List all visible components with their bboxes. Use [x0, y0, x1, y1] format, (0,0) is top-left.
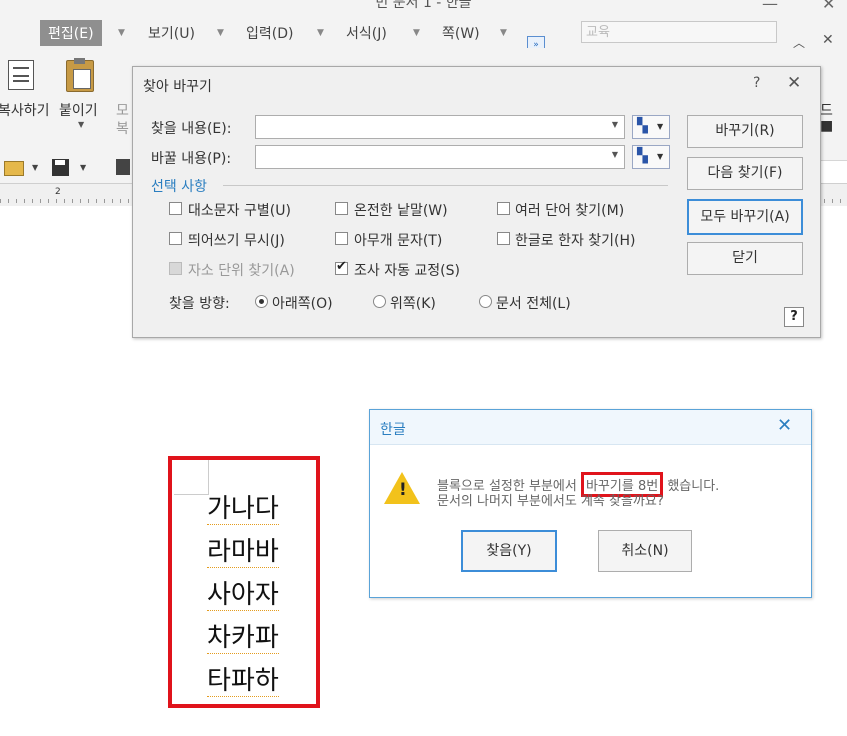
- replace-label: 바꿀 내용(P):: [151, 151, 232, 167]
- dialog-title: 찾아 바꾸기: [143, 79, 212, 95]
- direction-label: 찾을 방향:: [169, 296, 230, 312]
- whole-word-label[interactable]: 온전한 낱말(W): [354, 200, 448, 220]
- quick-toolbar: ▼ ▼: [0, 155, 132, 183]
- copy-label[interactable]: 복사하기: [0, 100, 50, 120]
- find-replace-dialog: 찾아 바꾸기 ? ✕ 찾을 내용(E): ▼ ▚ ▼ 바꿀 내용(P): ▼ ▚…: [132, 66, 821, 338]
- match-case-checkbox[interactable]: [169, 202, 182, 215]
- direction-up-radio[interactable]: [373, 295, 386, 308]
- whole-word-checkbox[interactable]: [335, 202, 348, 215]
- close-window-icon[interactable]: ✕: [822, 0, 835, 13]
- replace-button[interactable]: 바꾸기(R): [687, 115, 803, 148]
- direction-down-label[interactable]: 아래쪽(O): [272, 293, 333, 313]
- direction-down-radio[interactable]: [255, 295, 268, 308]
- close-icon[interactable]: ✕: [777, 415, 792, 436]
- binoculars-icon: ▚: [637, 148, 648, 164]
- chevron-down-icon[interactable]: ▼: [612, 150, 618, 159]
- find-input[interactable]: ▼: [255, 115, 625, 139]
- any-char-label[interactable]: 아무개 문자(T): [354, 230, 442, 250]
- find-label: 찾을 내용(E):: [151, 121, 232, 137]
- ignore-space-label[interactable]: 띄어쓰기 무시(J): [188, 230, 285, 250]
- ignore-space-checkbox[interactable]: [169, 232, 182, 245]
- chevron-down-icon: ▼: [657, 122, 664, 131]
- paste-label[interactable]: 붙이기: [59, 100, 98, 120]
- direction-all-label[interactable]: 문서 전체(L): [496, 293, 571, 313]
- any-char-checkbox[interactable]: [335, 232, 348, 245]
- menu-view[interactable]: 보기(U): [148, 23, 195, 43]
- font-select[interactable]: 교육: [581, 21, 777, 43]
- multi-word-checkbox[interactable]: [497, 202, 510, 215]
- menu-format[interactable]: 서식(J): [346, 23, 387, 43]
- help-icon[interactable]: ?: [753, 75, 760, 91]
- window-title: 빈 문서 1 - 한글: [375, 0, 472, 11]
- jaso-label: 자소 단위 찾기(A): [188, 263, 295, 279]
- hangul-hanja-checkbox[interactable]: [497, 232, 510, 245]
- warning-icon: !: [384, 472, 420, 504]
- find-options-button[interactable]: ▚ ▼: [632, 115, 670, 139]
- chevron-down-icon[interactable]: ▼: [80, 163, 86, 172]
- copy-icon[interactable]: [8, 60, 34, 90]
- replace-all-button[interactable]: 모두 바꾸기(A): [687, 199, 803, 235]
- direction-all-radio[interactable]: [479, 295, 492, 308]
- yes-button[interactable]: 찾음(Y): [461, 530, 557, 572]
- save-icon[interactable]: [52, 159, 69, 176]
- chevron-down-icon[interactable]: ▼: [118, 28, 125, 38]
- replace-input[interactable]: ▼: [255, 145, 625, 169]
- hangul-hanja-label[interactable]: 한글로 한자 찾기(H): [515, 230, 636, 250]
- close-icon[interactable]: ✕: [787, 73, 801, 93]
- highlight-box: [168, 456, 320, 708]
- jaso-checkbox: [169, 262, 182, 275]
- chevron-down-icon[interactable]: ▼: [413, 28, 420, 38]
- chevron-down-icon: ▼: [657, 152, 664, 161]
- alert-msg-post: 했습니다.: [667, 479, 720, 494]
- shape-copy-label-2: 복: [116, 121, 129, 137]
- multi-word-label[interactable]: 여러 단어 찾기(M): [515, 200, 624, 220]
- ribbon-fragment: 드: [820, 103, 833, 119]
- chevron-down-icon[interactable]: ▼: [500, 28, 507, 38]
- chevron-down-icon[interactable]: ▼: [32, 163, 38, 172]
- shape-copy-label[interactable]: 모: [116, 100, 129, 120]
- close-button[interactable]: 닫기: [687, 242, 803, 275]
- josa-checkbox[interactable]: ✔: [335, 259, 348, 275]
- chevron-down-icon[interactable]: ▼: [78, 120, 84, 129]
- title-bar: 빈 문서 1 - 한글 — ✕: [0, 0, 847, 16]
- chevron-down-icon[interactable]: ▼: [612, 120, 618, 129]
- ruler-mark: 2: [55, 187, 61, 197]
- close-doc-icon[interactable]: ✕: [822, 32, 834, 48]
- replace-options-button[interactable]: ▚ ▼: [632, 145, 670, 169]
- menu-insert[interactable]: 입력(D): [246, 23, 293, 43]
- minimize-icon[interactable]: —: [762, 0, 778, 13]
- options-section-title: 선택 사항: [151, 179, 207, 195]
- chevron-down-icon[interactable]: ▼: [217, 28, 224, 38]
- binoculars-icon: ▚: [637, 118, 648, 134]
- chevron-down-icon[interactable]: ▼: [317, 28, 324, 38]
- alert-title: 한글: [380, 422, 406, 438]
- section-divider: [223, 185, 668, 186]
- alert-message-line2: 문서의 나머지 부분에서도 계속 찾을까요?: [437, 494, 664, 509]
- open-folder-icon[interactable]: [4, 161, 24, 176]
- print-icon[interactable]: [116, 159, 130, 175]
- menu-page[interactable]: 쪽(W): [442, 23, 480, 43]
- find-next-button[interactable]: 다음 찾기(F): [687, 157, 803, 190]
- josa-label[interactable]: 조사 자동 교정(S): [354, 260, 460, 280]
- alert-dialog: 한글 ✕ ! 블록으로 설정한 부분에서 바꾸기를 8번 했습니다. 문서의 나…: [369, 409, 812, 598]
- match-case-label[interactable]: 대소문자 구별(U): [188, 200, 291, 220]
- checkmark-icon: ✔: [336, 259, 347, 274]
- alert-title-bar: 한글 ✕: [370, 410, 811, 445]
- direction-up-label[interactable]: 위쪽(K): [390, 293, 436, 313]
- help-icon[interactable]: ?: [784, 307, 804, 327]
- no-button[interactable]: 취소(N): [598, 530, 692, 572]
- ribbon-fragment: ■: [820, 118, 834, 134]
- menu-edit[interactable]: 편집(E): [40, 20, 102, 46]
- paste-icon[interactable]: [66, 58, 94, 92]
